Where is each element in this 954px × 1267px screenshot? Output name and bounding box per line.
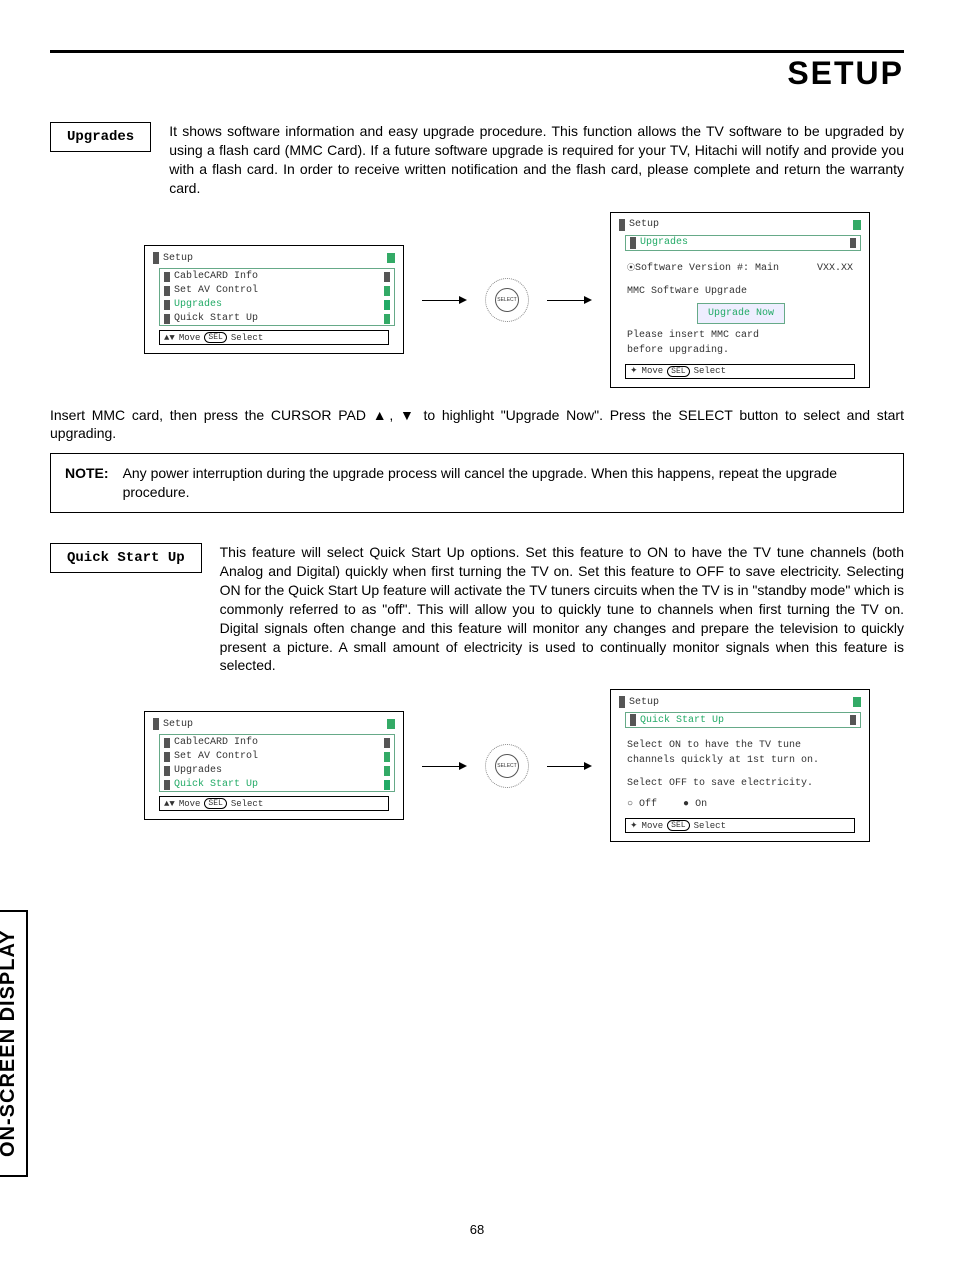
osd-footer-select: Select [694,366,726,376]
mmc-upgrade-label: MMC Software Upgrade [627,284,853,299]
osd-upgrades-menu: Setup CableCARD Info Set AV Control Upgr… [144,245,404,354]
side-tab: ON-SCREEN DISPLAY [0,910,28,1177]
osd-footer: ▲▼ Move SEL Select [159,796,389,811]
qs-line1: Select ON to have the TV tune [627,738,853,753]
mmc-msg-2: before upgrading. [627,343,853,358]
osd-item: Set AV Control [174,285,384,296]
qs-line2: channels quickly at 1st turn on. [627,753,853,768]
select-button-label: SELECT [495,288,519,312]
select-button-graphic: SELECT [485,744,529,788]
osd-footer: ✦ Move SEL Select [625,818,855,833]
osd-footer-select: Select [694,821,726,831]
osd-footer-move: Move [179,333,201,343]
osd-item: Set AV Control [174,751,384,762]
note-box: NOTE: Any power interruption during the … [50,453,904,513]
osd-footer-move: Move [642,821,664,831]
osd-subtitle: Upgrades [640,237,688,248]
osd-footer-select: Select [231,333,263,343]
osd-footer-selpill: SEL [204,332,226,343]
quickstart-diagram: Setup CableCARD Info Set AV Control Upgr… [110,689,904,842]
osd-item: Quick Start Up [174,313,384,324]
osd-item-selected: Quick Start Up [174,779,384,790]
select-button-graphic: SELECT [485,278,529,322]
osd-footer: ▲▼ Move SEL Select [159,330,389,345]
osd-title: Setup [163,253,193,264]
osd-title: Setup [629,219,659,230]
osd-title: Setup [163,719,193,730]
upgrade-now-button[interactable]: Upgrade Now [697,303,785,324]
osd-footer: ✦ Move SEL Select [625,364,855,379]
osd-footer-selpill: SEL [667,366,689,377]
top-rule [50,50,904,53]
osd-item-selected: Upgrades [174,299,384,310]
upgrades-paragraph: It shows software information and easy u… [169,122,904,198]
osd-title: Setup [629,697,659,708]
osd-quickstart-menu: Setup CableCARD Info Set AV Control Upgr… [144,711,404,820]
sw-version-label: Software Version #: Main [635,263,779,274]
radio-on[interactable]: On [683,799,707,810]
note-text: Any power interruption during the upgrad… [123,464,889,502]
osd-footer-selpill: SEL [667,820,689,831]
osd-footer-move: Move [642,366,664,376]
mmc-msg-1: Please insert MMC card [627,328,853,343]
osd-footer-select: Select [231,799,263,809]
osd-item: CableCARD Info [174,271,384,282]
osd-item: CableCARD Info [174,737,384,748]
osd-quickstart-detail: Setup Quick Start Up Select ON to have t… [610,689,870,842]
sw-version-value: VXX.XX [817,261,853,276]
osd-subtitle: Quick Start Up [640,715,724,726]
upgrades-diagram: Setup CableCARD Info Set AV Control Upgr… [110,212,904,388]
radio-off[interactable]: Off [627,799,657,810]
qs-line3: Select OFF to save electricity. [627,776,853,791]
note-label: NOTE: [65,464,109,502]
upgrades-instruction: Insert MMC card, then press the CURSOR P… [50,406,904,444]
upgrades-label: Upgrades [50,122,151,152]
page-title: SETUP [50,55,904,92]
osd-footer-move: Move [179,799,201,809]
osd-upgrades-detail: Setup Upgrades ⦿Software Version #: Main… [610,212,870,388]
quickstart-paragraph: This feature will select Quick Start Up … [220,543,904,675]
osd-footer-selpill: SEL [204,798,226,809]
select-button-label: SELECT [495,754,519,778]
osd-item: Upgrades [174,765,384,776]
page-number: 68 [50,1222,904,1237]
quickstart-label: Quick Start Up [50,543,202,573]
